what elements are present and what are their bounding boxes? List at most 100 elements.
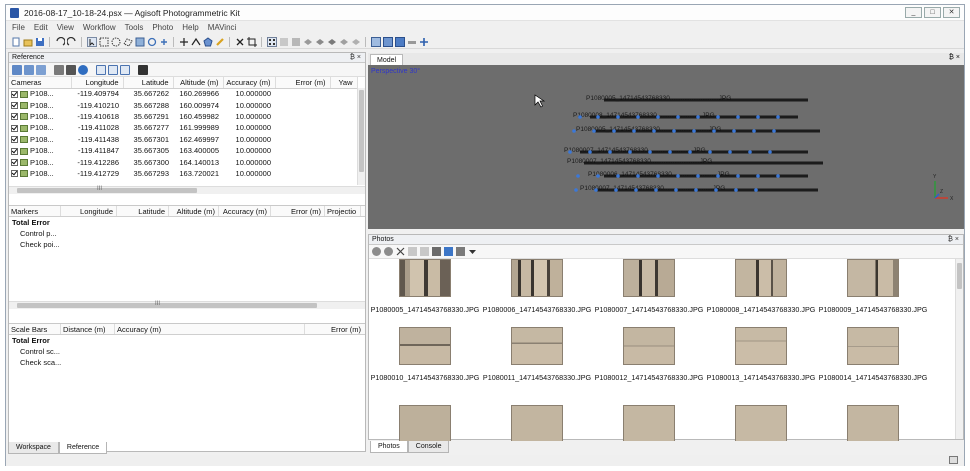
altitude-cell[interactable]: 160.269966 (173, 88, 223, 99)
yaw-cell[interactable] (330, 156, 357, 167)
photo-thumbnail[interactable] (399, 327, 451, 365)
col-accuracy[interactable]: Accuracy (m) (115, 324, 305, 334)
list-item[interactable]: P1080008_14714543768330.JPG (705, 259, 817, 314)
close-button[interactable]: ✕ (943, 7, 960, 18)
enable-checkbox[interactable] (11, 113, 18, 121)
menu-edit[interactable]: Edit (34, 22, 48, 34)
col-accuracy[interactable]: Accuracy (m) (219, 206, 271, 216)
photo-thumbnail[interactable] (399, 405, 451, 441)
latitude-cell[interactable]: 35.667291 (123, 111, 173, 122)
latitude-cell[interactable]: 35.667293 (123, 168, 173, 179)
view-mode-icon[interactable] (370, 36, 381, 47)
photo-thumbnail[interactable] (511, 259, 563, 297)
table-row[interactable]: P108... -119.412729 35.667293 163.720021… (9, 168, 357, 179)
photo-thumbnail[interactable] (735, 405, 787, 441)
wrench-icon[interactable] (66, 64, 76, 75)
view-details-icon[interactable] (456, 247, 465, 256)
markers-total-error[interactable]: Total Error (9, 217, 365, 228)
altitude-cell[interactable]: 160.009974 (173, 99, 223, 110)
scrollbar-thumb[interactable] (957, 263, 962, 289)
delete-icon[interactable] (235, 37, 245, 47)
col-distance[interactable]: Distance (m) (61, 324, 115, 334)
thumbnail-size-dropdown[interactable] (468, 247, 477, 256)
list-item[interactable]: P1080007_14714543768330.JPG (593, 259, 705, 314)
scrollbar-thumb[interactable] (17, 188, 197, 193)
scalebars-total-error[interactable]: Total Error (9, 335, 365, 346)
photo-thumbnail[interactable] (623, 259, 675, 297)
shape-icon[interactable] (202, 36, 213, 47)
model-viewport[interactable]: Perspective 30° P1080005_14714543768330.… (368, 65, 964, 229)
remove-cameras-icon[interactable] (396, 247, 405, 256)
accuracy-cell[interactable]: 10.000000 (223, 134, 275, 145)
enable-checkbox[interactable] (11, 136, 18, 144)
list-item[interactable]: P1080009_14714543768330.JPG (817, 259, 929, 314)
accuracy-cell[interactable]: 10.000000 (223, 168, 275, 179)
accuracy-cell[interactable]: 10.000000 (223, 111, 275, 122)
enable-checkbox[interactable] (11, 90, 18, 98)
menu-tools[interactable]: Tools (125, 22, 144, 34)
longitude-cell[interactable]: -119.411847 (71, 145, 123, 156)
enable-checkbox[interactable] (11, 147, 18, 155)
col-latitude[interactable]: Latitude (117, 206, 169, 216)
longitude-cell[interactable]: -119.411438 (71, 134, 123, 145)
tab-workspace[interactable]: Workspace (8, 442, 59, 454)
col-error[interactable]: Error (m) (271, 206, 325, 216)
accuracy-cell[interactable]: 10.000000 (223, 122, 275, 133)
altitude-cell[interactable]: 160.459982 (173, 111, 223, 122)
list-item[interactable]: P1080014_14714543768330.JPG (817, 327, 929, 382)
add-marker-icon[interactable] (179, 37, 189, 47)
update-icon[interactable] (78, 64, 88, 75)
tab-model[interactable]: Model (370, 54, 404, 65)
latitude-cell[interactable]: 35.667305 (123, 145, 173, 156)
tab-photos[interactable]: Photos (370, 441, 408, 453)
list-item[interactable] (481, 405, 593, 441)
table-row[interactable]: P108... -119.411847 35.667305 163.400005… (9, 145, 357, 156)
table-row[interactable]: P108... -119.410618 35.667291 160.459982… (9, 111, 357, 122)
list-item[interactable]: P1080013_14714543768330.JPG (705, 327, 817, 382)
list-item[interactable]: P1080011_14714543768330.JPG (481, 327, 593, 382)
wireframe-icon[interactable] (315, 37, 325, 47)
photo-thumbnail[interactable] (623, 327, 675, 365)
enable-checkbox[interactable] (11, 102, 18, 110)
altitude-cell[interactable]: 164.140013 (173, 156, 223, 167)
crop-icon[interactable] (246, 36, 257, 47)
accuracy-cell[interactable]: 10.000000 (223, 99, 275, 110)
menu-file[interactable]: File (12, 22, 25, 34)
table-row[interactable]: P108... -119.411028 35.667277 161.999989… (9, 122, 357, 133)
point-cloud-icon[interactable] (279, 37, 289, 47)
view-errors-icon[interactable] (120, 64, 130, 75)
col-longitude[interactable]: Longitude (71, 77, 124, 89)
undo-icon[interactable] (55, 36, 66, 47)
resize-grip-icon[interactable] (949, 456, 958, 464)
menu-workflow[interactable]: Workflow (83, 22, 116, 34)
pane-float-close-controls[interactable]: ₿ × (948, 235, 959, 245)
accuracy-cell[interactable]: 10.000000 (223, 156, 275, 167)
yaw-cell[interactable] (330, 134, 357, 145)
enable-checkbox[interactable] (11, 159, 18, 167)
list-item[interactable] (817, 405, 929, 441)
dense-cloud-icon[interactable] (291, 37, 301, 47)
markers-horizontal-scrollbar[interactable]: III (9, 301, 365, 309)
list-item[interactable]: P1080005_14714543768330.JPG (369, 259, 481, 314)
show-cameras-icon[interactable] (266, 36, 277, 47)
pencil-icon[interactable] (215, 37, 225, 47)
table-row[interactable]: P108... -119.412286 35.667300 164.140013… (9, 156, 357, 167)
accuracy-cell[interactable]: 10.000000 (223, 145, 275, 156)
rotate-icon[interactable] (147, 37, 157, 47)
navigation-icon[interactable] (86, 36, 97, 47)
photo-thumbnail[interactable] (735, 327, 787, 365)
latitude-cell[interactable]: 35.667288 (123, 99, 173, 110)
col-error[interactable]: Error (m) (305, 324, 365, 334)
menu-mavinci[interactable]: MAVinci (208, 22, 237, 34)
save-icon[interactable] (35, 37, 45, 47)
photo-thumbnail[interactable] (623, 405, 675, 441)
maximize-button[interactable]: □ (924, 7, 941, 18)
longitude-cell[interactable]: -119.411028 (71, 122, 123, 133)
yaw-cell[interactable] (330, 145, 357, 156)
rect-select-icon[interactable] (99, 37, 109, 47)
solid-mesh-icon[interactable] (303, 37, 313, 47)
col-yaw[interactable]: Yaw (330, 77, 358, 89)
accuracy-cell[interactable]: 10.000000 (223, 88, 275, 99)
markers-check-points[interactable]: Check poi... (9, 239, 365, 250)
photo-thumbnail[interactable] (847, 405, 899, 441)
